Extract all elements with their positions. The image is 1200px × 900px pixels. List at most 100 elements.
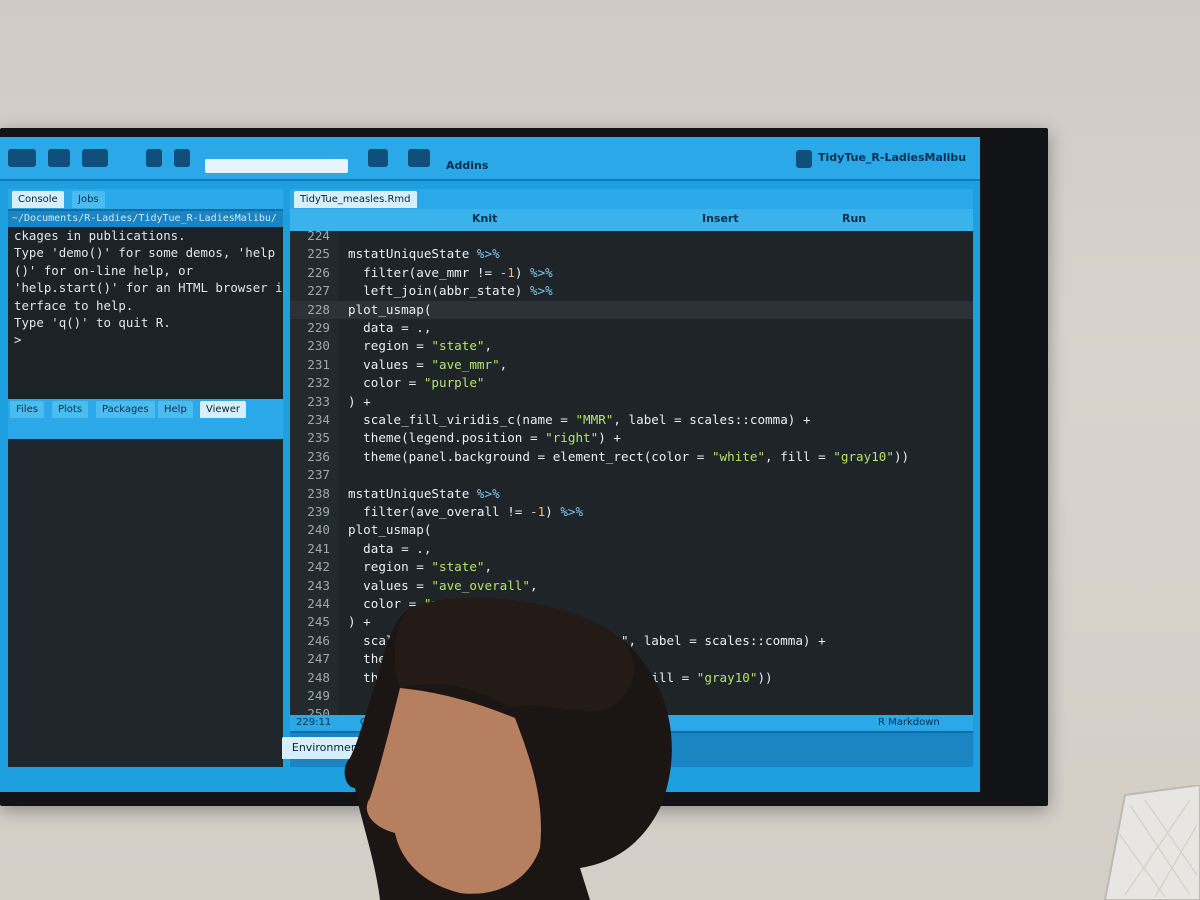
insert-button[interactable]: Insert [702,212,739,225]
code-line[interactable]: 239 filter(ave_overall != -1) %>% [290,503,973,521]
console-line: Type 'demo()' for some demos, 'help [14,245,276,261]
addins-menu[interactable]: Addins [446,159,488,172]
print-icon[interactable] [174,149,190,167]
code-line[interactable]: 224 [290,231,973,245]
cursor-position: 229:11 [296,717,332,728]
code-line[interactable]: 229 data = ., [290,319,973,337]
line-number: 236 [307,448,330,464]
code-line[interactable]: 242 region = "state", [290,558,973,576]
open-file-icon[interactable] [82,149,108,167]
tab-console[interactable]: Console [12,191,64,208]
console-line: ()' for on-line help, or [14,262,194,278]
tab-viewer[interactable]: Viewer [200,401,246,418]
left-pane: Console Jobs ~/Documents/R-Ladies/TidyTu… [8,189,283,767]
save-icon[interactable] [146,149,162,167]
line-number: 240 [307,522,330,538]
line-number: 242 [307,559,330,575]
new-file-icon[interactable] [8,149,36,167]
code-line[interactable]: 226 filter(ave_mmr != -1) %>% [290,264,973,282]
code-line[interactable]: 228 plot_usmap( [290,300,973,319]
code-text: theme(legend.position = "right") + [348,430,621,446]
person-silhouette [344,598,672,900]
code-text: region = "state", [348,338,493,354]
tab-files[interactable]: Files [10,401,44,418]
code-line[interactable]: 236 theme(panel.background = element_rec… [290,448,973,466]
code-line[interactable]: 233) + [290,393,973,411]
line-number: 245 [307,614,330,630]
main-toolbar: Addins TidyTue_R-LadiesMalibu [0,137,980,181]
line-number: 224 [307,231,330,243]
line-number: 244 [307,596,330,611]
line-number: 226 [307,264,330,280]
code-line[interactable]: 235 theme(legend.position = "right") + [290,429,973,447]
code-text: region = "state", [348,559,493,575]
code-text: scale_fill_viridis_c(name = "MMR", label… [348,412,811,427]
project-menu[interactable]: TidyTue_R-LadiesMalibu [818,151,966,164]
console-tabbar: Console Jobs [8,189,283,209]
line-number: 225 [307,246,330,262]
tab-plots[interactable]: Plots [52,401,89,418]
code-line[interactable]: 232 color = "purple" [290,374,973,392]
viewer-panel [8,439,283,767]
console-line: Type 'q()' to quit R. [14,315,171,331]
line-number: 227 [307,283,330,299]
line-number: 228 [307,301,330,317]
code-line[interactable]: 238 mstatUniqueState %>% [290,485,973,503]
project-icon [796,150,812,168]
editor-toolbar: Knit Insert Run [290,209,973,231]
line-number: 237 [307,467,330,483]
code-text: plot_usmap( [348,522,432,538]
code-text: plot_usmap( [348,301,432,317]
run-button[interactable]: Run [842,212,866,225]
viewer-toolbar [8,419,283,439]
code-line[interactable]: 227 left_join(abbr_state) %>% [290,282,973,300]
goto-file-input[interactable] [205,159,348,173]
line-number: 248 [307,669,330,685]
line-number: 249 [307,688,330,703]
broom-icon[interactable] [368,149,388,167]
tab-jobs[interactable]: Jobs [72,191,105,208]
code-line[interactable]: 230 region = "state", [290,337,973,355]
line-number: 243 [307,577,330,593]
code-line[interactable]: 243 values = "ave_overall", [290,577,973,595]
editor-tabbar: TidyTue_measles.Rmd [290,189,973,209]
line-number: 241 [307,540,330,556]
code-line[interactable]: 234 scale_fill_viridis_c(name = "MMR", l… [290,411,973,429]
line-number: 246 [307,632,330,648]
code-line[interactable]: 237 [290,466,973,484]
new-project-icon[interactable] [48,149,70,167]
code-text: left_join(abbr_state) %>% [348,283,553,299]
code-text: mstatUniqueState %>% [348,485,500,501]
tab-rmd-file[interactable]: TidyTue_measles.Rmd [294,191,417,208]
code-line[interactable]: 241 data = ., [290,540,973,558]
console-output[interactable]: ckages in publications. Type 'demo()' for… [8,227,283,399]
code-text: data = ., [348,540,432,556]
console-line: 'help.start()' for an HTML browser in [14,280,283,296]
code-text: filter(ave_overall != -1) %>% [348,504,584,519]
code-text: theme(panel.background = element_rect(co… [348,448,910,464]
code-line[interactable]: 225 mstatUniqueState %>% [290,245,973,263]
code-line[interactable]: 231 values = "ave_mmr", [290,356,973,374]
code-line[interactable]: 240 plot_usmap( [290,521,973,539]
line-number: 238 [307,485,330,501]
code-text: values = "ave_mmr", [348,356,508,372]
file-type-selector[interactable]: R Markdown [878,715,940,731]
line-number: 232 [307,375,330,391]
code-text: data = ., [348,320,432,335]
code-text: ) + [348,393,371,409]
line-number: 247 [307,651,330,667]
line-number: 235 [307,430,330,446]
chair-icon [1103,785,1200,900]
grid-icon[interactable] [408,149,430,167]
console-line: terface to help. [14,297,134,313]
tab-packages[interactable]: Packages [96,401,155,418]
line-number: 229 [307,320,330,335]
code-text: values = "ave_overall", [348,577,538,593]
line-number: 230 [307,338,330,354]
tab-help[interactable]: Help [158,401,193,418]
code-text: filter(ave_mmr != -1) %>% [348,264,553,280]
code-text: color = "purple" [348,375,485,391]
line-number: 234 [307,412,330,427]
line-number: 250 [307,706,330,715]
knit-button[interactable]: Knit [472,212,497,225]
